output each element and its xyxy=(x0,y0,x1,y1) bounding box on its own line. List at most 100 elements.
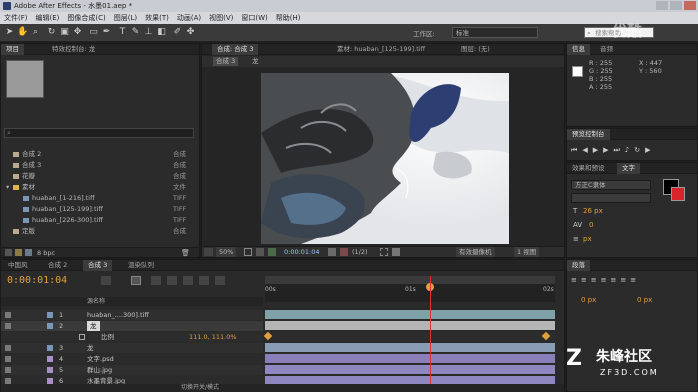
menu-layer[interactable]: 图层(L) xyxy=(110,12,141,24)
zoom-tool-icon[interactable]: ⌕ xyxy=(30,27,41,38)
project-item[interactable]: 合成 2 合成 xyxy=(1,150,199,159)
visibility-eye-icon[interactable] xyxy=(5,323,11,329)
toggle-switches-modes[interactable]: 切换开关/模式 xyxy=(181,384,219,392)
justify-left-icon[interactable]: ≡ xyxy=(601,276,611,284)
clone-tool-icon[interactable]: ⊥ xyxy=(143,27,154,38)
tab-paragraph[interactable]: 段落 xyxy=(567,260,590,271)
search-layers-icon[interactable] xyxy=(101,276,111,285)
viewer-timecode[interactable]: 0:00:01:04 xyxy=(284,247,320,257)
current-time-display[interactable]: 0:00:01:04 xyxy=(7,275,67,286)
label-color[interactable] xyxy=(47,356,53,362)
magnification-select[interactable]: 50% xyxy=(216,247,237,257)
minimize-button[interactable] xyxy=(656,1,668,10)
project-item[interactable]: huaban_[125-199].tiff TIFF xyxy=(1,205,199,214)
last-frame-icon[interactable]: ⏭ xyxy=(613,146,624,154)
graph-editor-icon[interactable] xyxy=(215,276,225,285)
motion-blur-icon[interactable] xyxy=(199,276,209,285)
maximize-button[interactable] xyxy=(670,1,682,10)
indent-right-value[interactable]: 0 px xyxy=(637,296,652,304)
brush-tool-icon[interactable]: ✎ xyxy=(130,27,141,38)
tab-timeline-1[interactable]: 中国风 xyxy=(3,260,33,271)
ram-preview-icon[interactable]: ▶ xyxy=(645,146,655,154)
rotate-tool-icon[interactable]: ↻ xyxy=(46,27,57,38)
layer-row-selected[interactable]: 2 龙 xyxy=(1,321,263,331)
tab-timeline-2[interactable]: 合成 2 xyxy=(43,260,72,271)
tab-composition[interactable]: 合成: 合成 3 xyxy=(212,44,259,55)
layer-row[interactable]: 5 群山.jpg xyxy=(1,365,263,375)
previous-frame-icon[interactable]: ◀ xyxy=(582,146,592,154)
layer-name[interactable]: 群山.jpg xyxy=(87,365,112,375)
time-ruler[interactable]: 00s 01s 02s xyxy=(265,276,555,302)
menu-animation[interactable]: 动画(A) xyxy=(173,12,205,24)
hand-tool-icon[interactable]: ✋ xyxy=(17,27,28,38)
project-item[interactable]: 花瓣 合成 xyxy=(1,172,199,181)
snapshot-camera-icon[interactable] xyxy=(328,248,336,256)
layer-duration-bar[interactable] xyxy=(265,354,555,363)
views-select[interactable]: 1 视图 xyxy=(514,247,540,257)
label-color[interactable] xyxy=(47,367,53,373)
property-value[interactable]: 111.0, 111.0% xyxy=(189,332,237,342)
align-left-icon[interactable]: ≡ xyxy=(571,276,581,284)
justify-right-icon[interactable]: ≡ xyxy=(620,276,630,284)
layer-duration-bar[interactable] xyxy=(265,343,555,352)
tab-info[interactable]: 信息 xyxy=(567,44,590,55)
layer-name[interactable]: 龙 xyxy=(87,321,100,331)
tab-preview[interactable]: 预览控制台 xyxy=(567,129,610,140)
stroke-color-swatch[interactable] xyxy=(671,187,685,201)
menu-view[interactable]: 视图(V) xyxy=(205,12,237,24)
layer-row[interactable]: 4 文字.psd xyxy=(1,354,263,364)
interpret-footage-icon[interactable] xyxy=(5,249,12,256)
selection-tool-icon[interactable]: ➤ xyxy=(4,27,15,38)
tracking-value[interactable]: 0 xyxy=(589,221,593,229)
composition-canvas[interactable] xyxy=(261,73,509,244)
keyframe-icon[interactable] xyxy=(541,331,551,341)
layer-duration-bar[interactable] xyxy=(265,321,555,330)
pen-tool-icon[interactable]: ✒ xyxy=(101,27,112,38)
work-area-bar[interactable] xyxy=(265,276,555,284)
align-right-icon[interactable]: ≡ xyxy=(591,276,601,284)
play-icon[interactable]: ▶ xyxy=(593,146,603,154)
menu-window[interactable]: 窗口(W) xyxy=(237,12,271,24)
text-tool-icon[interactable]: T xyxy=(117,27,128,38)
menu-composition[interactable]: 图像合成(C) xyxy=(63,12,109,24)
camera-tool-icon[interactable]: ▣ xyxy=(59,27,70,38)
tab-render-queue[interactable]: 渲染队列 xyxy=(123,260,159,271)
project-item[interactable]: huaban_[226-300].tiff TIFF xyxy=(1,216,199,225)
region-of-interest-icon[interactable] xyxy=(380,248,388,256)
frame-blending-icon[interactable] xyxy=(183,276,193,285)
show-channel-icon[interactable] xyxy=(340,248,348,256)
tab-character[interactable]: 文字 xyxy=(617,163,640,174)
project-item[interactable]: 合成 3 合成 xyxy=(1,161,199,170)
breadcrumb-comp[interactable]: 合成 3 xyxy=(213,57,239,66)
visibility-eye-icon[interactable] xyxy=(5,356,11,362)
project-item[interactable]: huaban_[1-216].tiff TIFF xyxy=(1,194,199,203)
mask-visibility-icon[interactable] xyxy=(268,248,276,256)
bit-depth-button[interactable]: 8 bpc xyxy=(37,248,55,258)
tab-audio[interactable]: 音频 xyxy=(595,44,618,55)
layer-name[interactable]: huaban_....300].tiff xyxy=(87,310,149,320)
close-button[interactable] xyxy=(684,1,696,10)
menu-effect[interactable]: 效果(T) xyxy=(141,12,173,24)
font-style-select[interactable] xyxy=(571,193,651,203)
layer-duration-bar[interactable] xyxy=(265,365,555,374)
breadcrumb-layer[interactable]: 龙 xyxy=(252,57,259,66)
mask-tool-icon[interactable]: ▭ xyxy=(88,27,99,38)
roto-brush-tool-icon[interactable]: ✐ xyxy=(172,27,183,38)
keyframe-icon[interactable] xyxy=(263,331,273,341)
mute-icon[interactable]: ♪ xyxy=(625,146,634,154)
safe-zones-icon[interactable] xyxy=(244,248,252,256)
layer-name[interactable]: 文字.psd xyxy=(87,354,114,364)
tab-project[interactable]: 项目 xyxy=(1,44,24,55)
comp-mini-flowchart-icon[interactable] xyxy=(131,276,141,285)
visibility-eye-icon[interactable] xyxy=(5,312,11,318)
new-composition-icon[interactable] xyxy=(25,249,32,256)
new-folder-icon[interactable] xyxy=(15,249,22,256)
layer-row[interactable]: 1 huaban_....300].tiff xyxy=(1,310,263,320)
menu-help[interactable]: 帮助(H) xyxy=(272,12,305,24)
font-size-value[interactable]: 26 px xyxy=(583,207,603,215)
pan-behind-tool-icon[interactable]: ✥ xyxy=(72,27,83,38)
eraser-tool-icon[interactable]: ◧ xyxy=(156,27,167,38)
label-color[interactable] xyxy=(47,323,53,329)
layer-duration-bar[interactable] xyxy=(265,310,555,319)
next-frame-icon[interactable]: ▶ xyxy=(603,146,613,154)
